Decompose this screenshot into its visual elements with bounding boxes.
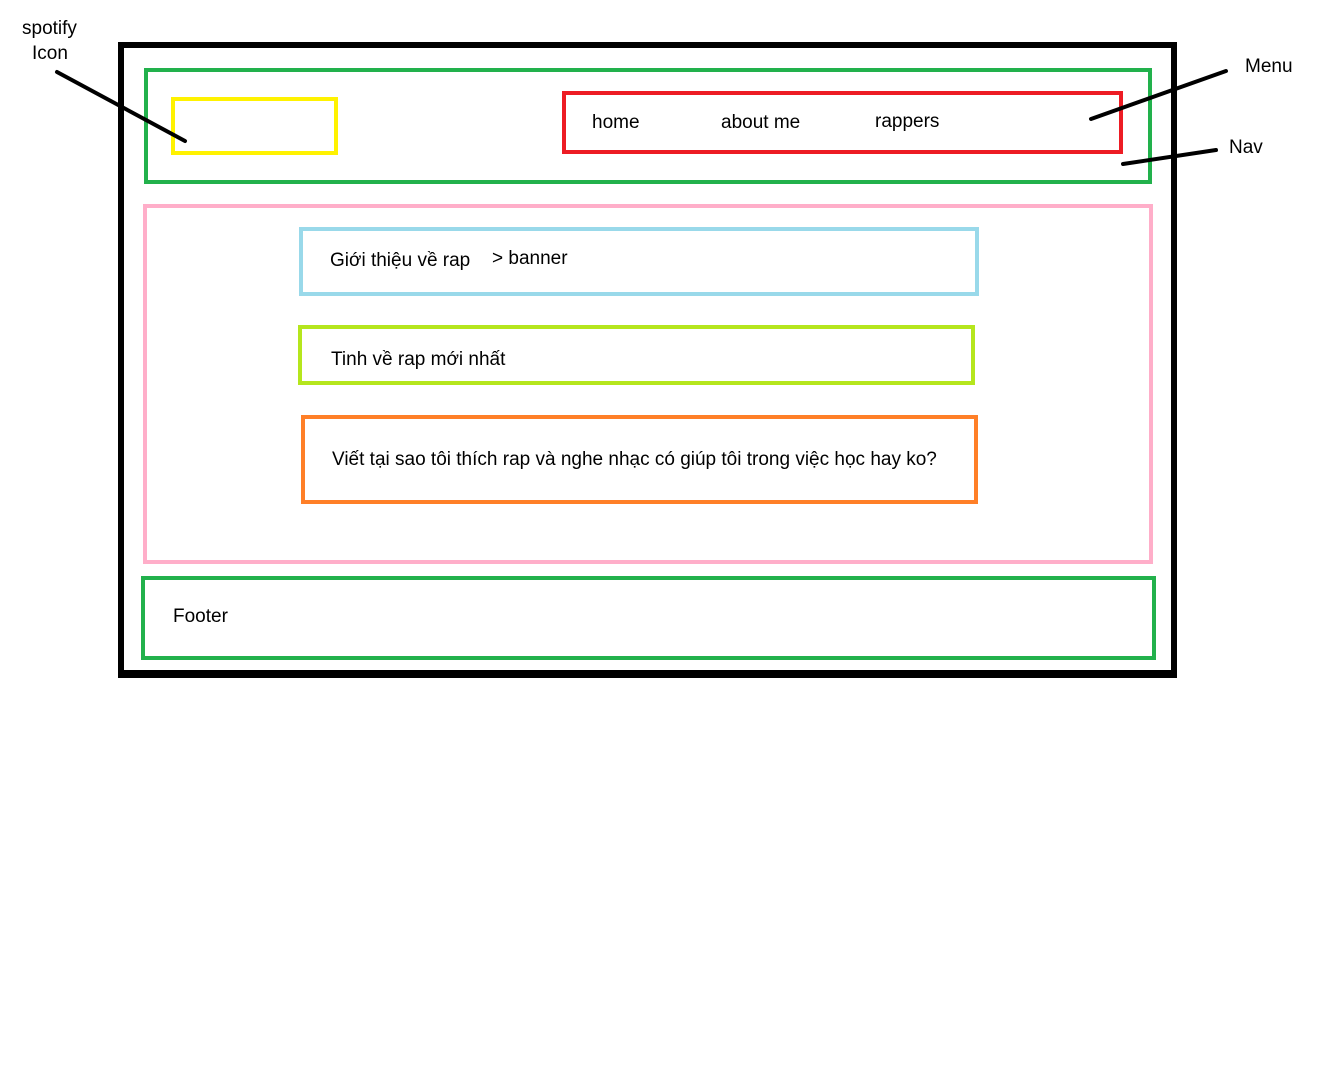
menu-item-home[interactable]: home xyxy=(592,113,640,132)
essay-text: Viết tại sao tôi thích rap và nghe nhạc … xyxy=(332,449,937,470)
banner-text: Giới thiệu về rap xyxy=(330,250,471,271)
menu-item-about-me[interactable]: about me xyxy=(721,113,800,132)
menu-box xyxy=(562,91,1123,154)
annotation-menu: Menu xyxy=(1245,56,1293,77)
news-text: Tinh về rap mới nhất xyxy=(331,349,506,370)
spotify-icon-placeholder[interactable] xyxy=(171,97,338,155)
annotation-nav: Nav xyxy=(1229,137,1263,158)
annotation-spotify-line2: Icon xyxy=(32,43,68,64)
footer-box xyxy=(141,576,1156,660)
footer-label: Footer xyxy=(173,606,228,627)
banner-note: > banner xyxy=(492,248,568,269)
annotation-spotify-line1: spotify xyxy=(22,18,77,39)
menu-item-rappers[interactable]: rappers xyxy=(875,112,939,131)
